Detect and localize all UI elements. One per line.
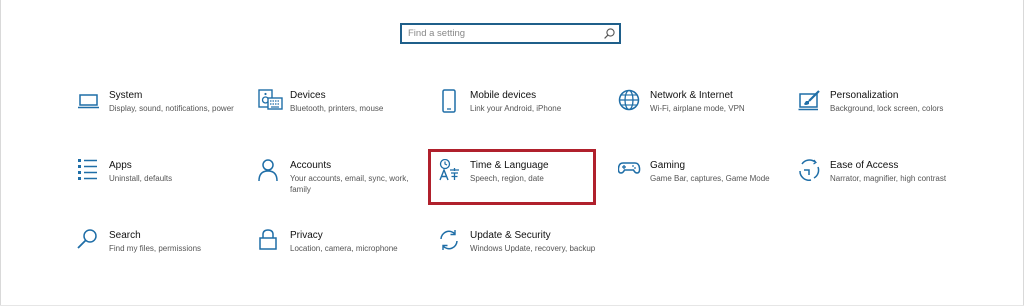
settings-tile-accounts[interactable]: Accounts Your accounts, email, sync, wor… [258,159,428,217]
tile-description: Find my files, permissions [109,244,202,253]
monitor-icon [77,89,103,115]
search-input[interactable] [402,25,598,42]
ease-of-access-icon [798,159,824,185]
settings-tile-system[interactable]: System Display, sound, notifications, po… [77,89,247,147]
settings-tile-ease-of-access[interactable]: Ease of Access Narrator, magnifier, high… [798,159,968,217]
settings-tile-gaming[interactable]: Gaming Game Bar, captures, Game Mode [618,159,788,217]
search-box[interactable] [400,23,621,44]
search-magnifier-icon [77,229,103,255]
tile-description: Your accounts, email, sync, work, family [290,174,409,194]
settings-tile-devices[interactable]: Devices Bluetooth, printers, mouse [258,89,428,147]
tile-description: Location, camera, microphone [290,244,398,253]
tile-description: Game Bar, captures, Game Mode [650,174,770,183]
tile-title: Devices [290,90,326,101]
tile-description: Bluetooth, printers, mouse [290,104,384,113]
window-left-edge [0,0,1,306]
tile-title: Ease of Access [830,160,899,171]
tile-description: Display, sound, notifications, power [109,104,234,113]
settings-tile-privacy[interactable]: Privacy Location, camera, microphone [258,229,428,287]
globe-icon [618,89,644,115]
tile-description: Windows Update, recovery, backup [470,244,596,253]
lock-icon [258,229,284,255]
paint-brush-icon [798,89,824,115]
settings-tile-apps[interactable]: Apps Uninstall, defaults [77,159,247,217]
tile-title: Update & Security [470,230,551,241]
tile-description: Narrator, magnifier, high contrast [830,174,947,183]
tile-description: Link your Android, iPhone [470,104,562,113]
tile-title: Mobile devices [470,90,537,101]
highlight-box [428,149,596,205]
phone-icon [438,89,464,115]
settings-tile-network-internet[interactable]: Network & Internet Wi-Fi, airplane mode,… [618,89,788,147]
tile-title: Search [109,230,141,241]
keyboard-speaker-icon [258,89,284,115]
tile-title: Network & Internet [650,90,733,101]
sync-arrows-icon [438,229,464,255]
settings-tile-search[interactable]: Search Find my files, permissions [77,229,247,287]
settings-tile-mobile-devices[interactable]: Mobile devices Link your Android, iPhone [438,89,608,147]
tile-title: System [109,90,143,101]
person-icon [258,159,284,185]
gamepad-icon [618,159,644,185]
tile-title: Personalization [830,90,899,101]
tile-description: Wi-Fi, airplane mode, VPN [650,104,745,113]
tile-title: Privacy [290,230,323,241]
settings-tile-personalization[interactable]: Personalization Background, lock screen,… [798,89,968,147]
tile-title: Gaming [650,160,686,171]
tile-description: Background, lock screen, colors [830,104,944,113]
settings-tile-update-security[interactable]: Update & Security Windows Update, recove… [438,229,608,287]
apps-list-icon [77,159,103,185]
search-icon[interactable] [603,27,616,40]
tile-title: Apps [109,160,132,171]
tile-description: Uninstall, defaults [109,174,173,183]
tile-title: Accounts [290,160,332,171]
